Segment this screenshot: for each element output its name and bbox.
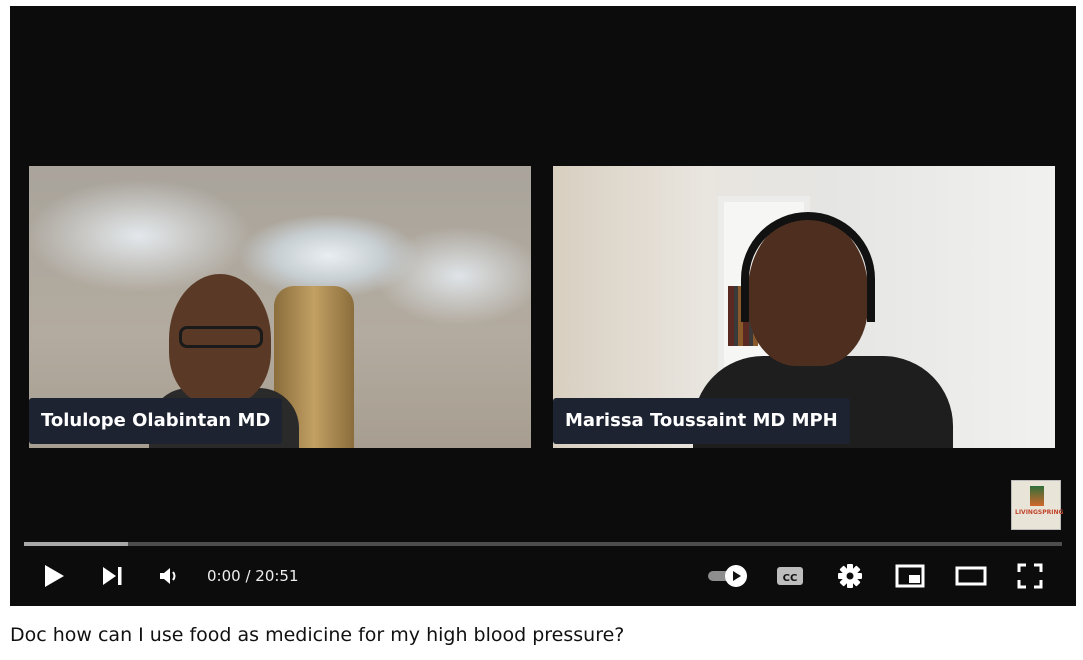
time-display: 0:00 / 20:51 [207,567,299,585]
fullscreen-button[interactable] [1012,554,1048,598]
participant-name-tag: Marissa Toussaint MD MPH [553,398,850,444]
play-button[interactable] [36,554,72,598]
volume-icon [158,566,180,586]
miniplayer-button[interactable] [892,554,928,598]
logo-mark [1030,486,1044,506]
theater-mode-button[interactable] [952,554,990,598]
fullscreen-icon [1017,563,1043,589]
video-player[interactable]: Tolulope Olabintan MD Marissa Toussaint … [10,6,1076,606]
next-icon [101,565,123,587]
autoplay-toggle-icon [706,563,750,589]
theater-icon [955,565,987,587]
settings-button[interactable] [832,554,868,598]
next-button[interactable] [94,554,130,598]
miniplayer-icon [895,564,925,588]
logo-text: LIVINGSPRING [1015,509,1064,516]
autoplay-toggle[interactable] [704,554,752,598]
settings-icon [837,563,863,589]
video-title[interactable]: Doc how can I use food as medicine for m… [10,624,624,646]
play-icon [43,564,65,588]
progress-buffered [24,542,128,546]
participant-tile-right: Marissa Toussaint MD MPH [553,166,1055,448]
participant-name-tag: Tolulope Olabintan MD [29,398,283,444]
channel-watermark-logo[interactable]: LIVINGSPRING [1011,480,1064,530]
svg-text:CC: CC [783,573,798,584]
captions-button[interactable]: CC [772,554,808,598]
glasses [179,326,263,348]
participant-tile-left: Tolulope Olabintan MD [29,166,531,448]
progress-bar[interactable] [24,542,1062,546]
player-controls: 0:00 / 20:51 CC [10,554,1076,598]
captions-icon: CC [776,565,804,587]
volume-button[interactable] [152,554,186,598]
